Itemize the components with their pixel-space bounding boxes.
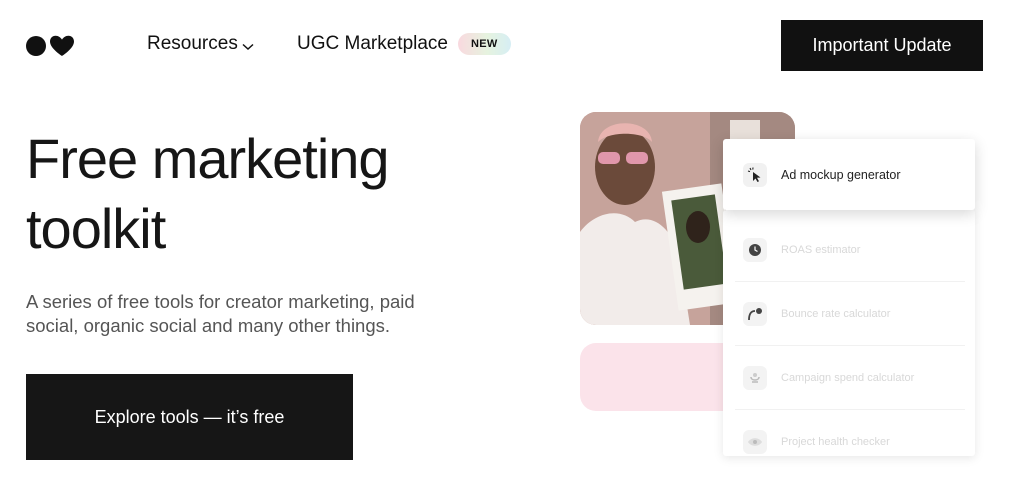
nav-resources[interactable]: Resources [147,33,254,55]
tool-label: Campaign spend calculator [781,371,915,384]
tool-label: ROAS estimator [781,243,861,256]
logo-circle-icon [26,36,46,56]
tool-item-ad-mockup[interactable]: Ad mockup generator [723,139,975,210]
clock-icon [743,237,767,262]
bounce-icon [743,301,767,326]
tool-item-bounce[interactable]: Bounce rate calculator [735,282,965,346]
title-line-2: toolkit [26,197,166,260]
nav-resources-label: Resources [147,33,238,54]
tool-label: Ad mockup generator [781,167,901,182]
tool-label: Bounce rate calculator [781,307,891,320]
brand-logo[interactable] [26,35,75,57]
tools-list-panel: ROAS estimator Bounce rate calculator Ca… [723,210,975,456]
chevron-down-icon [242,43,254,51]
explore-tools-button[interactable]: Explore tools — it’s free [26,374,353,460]
tool-item-roas[interactable]: ROAS estimator [735,218,965,282]
logo-heart-icon [50,35,74,56]
money-icon [743,365,767,390]
nav-ugc-marketplace[interactable]: UGC Marketplace NEW [297,33,511,55]
tool-item-campaign-spend[interactable]: Campaign spend calculator [735,346,965,410]
new-badge: NEW [458,33,511,55]
eye-icon [743,430,767,454]
nav-ugc-label: UGC Marketplace [297,33,448,54]
page-title: Free marketing toolkit [26,124,486,264]
tool-item-project-health[interactable]: Project health checker [735,410,965,474]
tool-label: Project health checker [781,436,890,448]
important-update-button[interactable]: Important Update [781,20,983,71]
hero-subtitle: A series of free tools for creator marke… [26,291,415,336]
cursor-click-icon [743,162,767,187]
title-line-1: Free marketing [26,127,390,190]
